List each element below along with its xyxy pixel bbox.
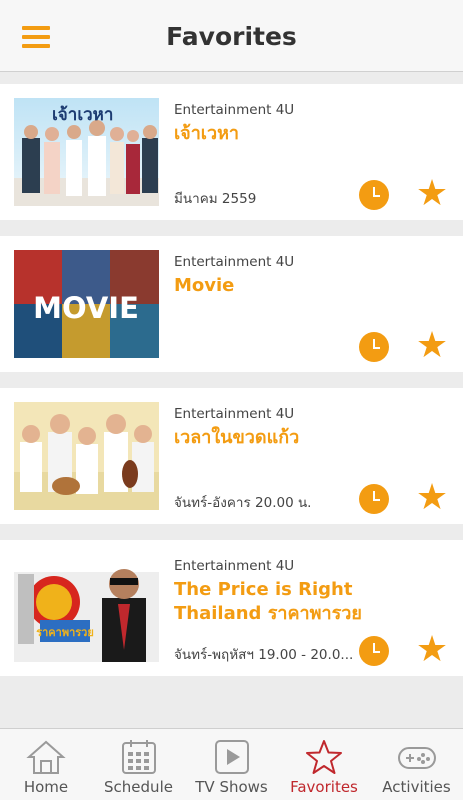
thumbnail-logo-text: ราคาพารวย [36,626,94,639]
tab-label: TV Shows [195,778,268,796]
channel-name: Entertainment 4U [174,102,295,118]
star-icon[interactable]: ★ [413,480,451,516]
show-title[interactable]: The Price is Right Thailand ราคาพารวย [174,578,444,626]
tab-favorites[interactable]: Favorites [278,729,370,800]
show-thumbnail[interactable]: MOVIE [14,250,159,358]
page-title: Favorites [166,22,297,51]
show-title[interactable]: เจ้าเวหา [174,122,444,146]
tab-home[interactable]: Home [0,729,92,800]
tab-label: Schedule [104,778,173,796]
calendar-icon [121,740,156,774]
air-time: จันทร์-อังคาร 20.00 น. [174,495,312,511]
clock-icon[interactable] [359,636,389,666]
air-time: จันทร์-พฤหัสฯ 19.00 - 20.0... [174,647,354,663]
tab-activities[interactable]: Activities [370,729,463,800]
list-item[interactable]: ราคาพารวย Entertainment 4U The Price is … [0,540,463,676]
list-item[interactable]: MOVIE Entertainment 4U Movie ★ [0,236,463,372]
air-time: มีนาคม 2559 [174,191,257,207]
show-thumbnail[interactable]: เจ้าเวหา [14,98,159,206]
clock-icon[interactable] [359,484,389,514]
star-icon[interactable]: ★ [413,328,451,364]
tab-schedule[interactable]: Schedule [92,729,185,800]
channel-name: Entertainment 4U [174,558,295,574]
thumbnail-logo-text: MOVIE [33,291,139,325]
home-icon [26,740,66,774]
star-icon[interactable]: ★ [413,632,451,668]
show-title[interactable]: Movie [174,274,444,298]
clock-icon[interactable] [359,180,389,210]
bottom-tab-bar: Home Schedule TV Shows Favorites Activit… [0,728,463,800]
star-icon [306,740,342,774]
show-thumbnail[interactable] [14,402,159,510]
clock-icon[interactable] [359,332,389,362]
show-title[interactable]: เวลาในขวดแก้ว [174,426,444,450]
tab-tv-shows[interactable]: TV Shows [185,729,278,800]
channel-name: Entertainment 4U [174,254,295,270]
list-item[interactable]: เจ้าเวหา Entertainment 4U เจ้าเวหา มีนาค… [0,84,463,220]
star-icon[interactable]: ★ [413,176,451,212]
tab-label: Activities [382,778,451,796]
play-icon [214,740,249,774]
list-item[interactable]: Entertainment 4U เวลาในขวดแก้ว จันทร์-อั… [0,388,463,524]
thumbnail-logo-text: เจ้าเวหา [52,105,113,125]
tab-label: Home [23,778,69,796]
tab-label: Favorites [290,778,358,796]
channel-name: Entertainment 4U [174,406,295,422]
gamepad-icon [397,747,436,769]
app-header: Favorites [0,0,463,72]
show-thumbnail[interactable]: ราคาพารวย [14,554,159,662]
